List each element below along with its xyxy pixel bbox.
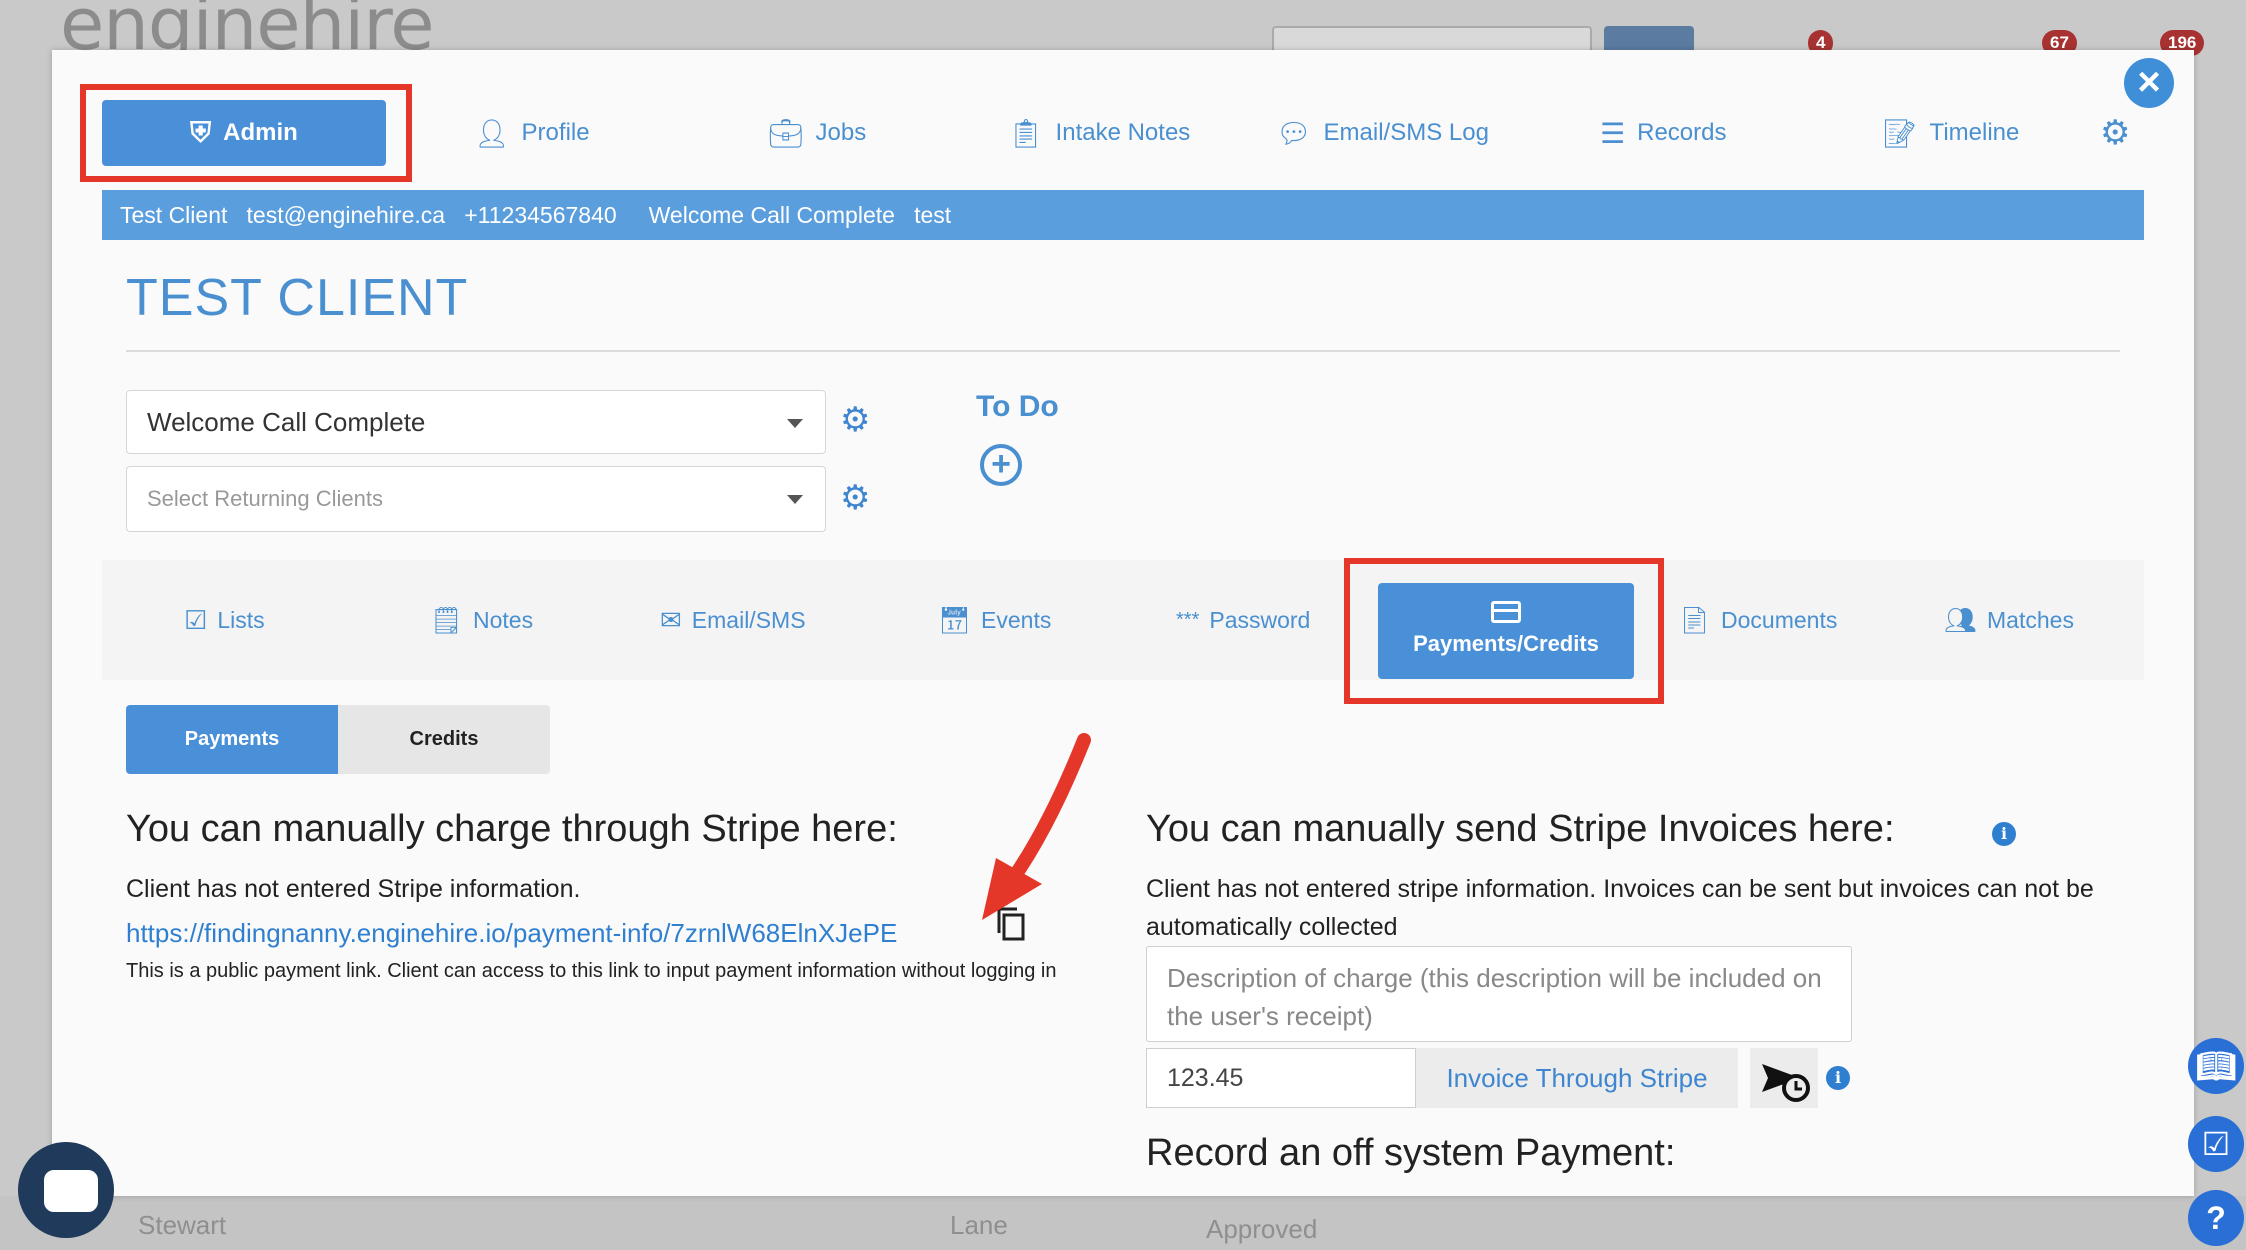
note-icon: 🗒︎ [430,604,464,635]
close-icon: × [2137,60,2161,104]
password-icon: *** [1176,608,1200,631]
document-icon: 📄︎ [1678,604,1712,635]
returning-clients-placeholder: Select Returning Clients [147,486,384,511]
list-icon: ☰ [1600,117,1626,149]
annotation-highlight [80,84,412,182]
send-clock-icon [1762,1064,1810,1102]
checklist-button[interactable]: ☑︎ [2188,1116,2244,1172]
tab-profile[interactable]: 👤︎ Profile [474,100,590,166]
annotation-arrow [982,733,1091,920]
admin-sub-nav: ☑︎ Lists 🗒︎ Notes ✉ Email/SMS 📅︎ Events … [102,560,2144,680]
client-phone: +11234567840 [464,202,617,228]
help-button[interactable]: ? [2188,1190,2244,1246]
subtab-label: Notes [473,606,534,633]
annotation-highlight [1344,558,1664,704]
checklist-icon: ☑︎ [2201,1126,2231,1162]
settings-button[interactable]: ⚙ [2100,100,2130,166]
tab-label: Records [1637,119,1727,146]
tab-records[interactable]: ☰ Records [1600,100,1726,166]
status-select-value: Welcome Call Complete [147,406,426,437]
subtab-matches[interactable]: 👥︎ Matches [1944,560,2074,680]
schedule-invoice-button[interactable] [1750,1048,1818,1108]
client-name: Test Client [120,202,228,228]
returning-clients-select[interactable]: Select Returning Clients [126,466,826,532]
checklist-icon: ☑︎ [184,604,208,635]
invoices-heading: You can manually send Stripe Invoices he… [1146,808,1895,850]
payments-toggle-button[interactable]: Payments [126,705,338,774]
user-plus-icon: 👥︎ [1944,604,1978,635]
chat-widget-button[interactable] [18,1142,114,1238]
gear-icon: ⚙ [2100,114,2131,152]
public-link-note: This is a public payment link. Client ca… [126,960,1057,982]
chevron-down-icon [787,495,803,504]
add-todo-button[interactable]: + [980,444,1022,486]
subtab-email-sms[interactable]: ✉ Email/SMS [660,560,806,680]
tab-label: Email/SMS Log [1323,119,1489,146]
help-icon: ? [2206,1200,2226,1236]
subtab-label: Events [981,606,1052,633]
divider [126,350,2120,352]
status-settings-button[interactable]: ⚙ [840,400,870,440]
subtab-events[interactable]: 📅︎ Events [938,560,1051,680]
clipboard-icon: 📋︎ [1008,117,1044,149]
page-title: TEST CLIENT [126,269,469,327]
background-table-row: Stewart Lane Approved [0,1196,2246,1250]
invoice-amount-input[interactable]: 123.45 [1146,1048,1416,1108]
subtab-label: Matches [1987,606,2074,633]
tab-label: Intake Notes [1055,119,1191,146]
user-icon: 👤︎ [474,117,510,149]
envelope-icon: ✉ [660,604,682,635]
tab-label: Jobs [815,119,867,146]
bg-cell: Approved [1206,1214,1318,1244]
tab-email-sms-log[interactable]: 💬︎ Email/SMS Log [1276,100,1489,166]
tab-intake-notes[interactable]: 📋︎ Intake Notes [1008,100,1190,166]
invoice-through-stripe-button[interactable]: Invoice Through Stripe [1416,1048,1738,1108]
subtab-password[interactable]: *** Password [1176,560,1310,680]
calendar-icon: 📅︎ [938,604,972,635]
subtab-label: Password [1209,606,1311,633]
gear-icon: ⚙ [840,401,871,439]
subtab-label: Email/SMS [691,606,806,633]
client-info-bar: Test Client test@enginehire.ca +11234567… [102,190,2144,240]
returning-settings-button[interactable]: ⚙ [840,478,870,518]
guide-button[interactable]: 📖︎ [2188,1038,2244,1094]
bg-cell: Lane [950,1210,1008,1240]
subtab-notes[interactable]: 🗒︎ Notes [430,560,533,680]
book-icon: 📖︎ [2195,1048,2237,1084]
bg-cell: Stewart [138,1210,227,1240]
credits-toggle-button[interactable]: Credits [338,705,550,774]
payment-info-link[interactable]: https://findingnanny.enginehire.io/payme… [126,918,897,949]
subtab-label: Lists [217,606,265,633]
tab-label: Timeline [1929,119,2020,146]
message-icon: 💬︎ [1276,117,1312,149]
plus-circle-icon: + [991,445,1011,483]
tab-label: Profile [521,119,590,146]
status-select[interactable]: Welcome Call Complete [126,390,826,454]
info-icon[interactable]: i [1992,822,2016,846]
subtab-documents[interactable]: 📄︎ Documents [1678,560,1837,680]
charge-description-input[interactable]: Description of charge (this description … [1146,946,1852,1042]
subtab-label: Documents [1721,606,1838,633]
briefcase-icon: 💼︎ [768,117,804,149]
invoices-status: Client has not entered stripe informatio… [1146,875,2094,941]
subtab-lists[interactable]: ☑︎ Lists [184,560,265,680]
chevron-down-icon [787,419,803,428]
timeline-icon: 📝︎ [1882,117,1918,149]
tab-jobs[interactable]: 💼︎ Jobs [768,100,866,166]
manual-charge-heading: You can manually charge through Stripe h… [126,808,898,850]
client-note: test [914,202,952,228]
manual-charge-status: Client has not entered Stripe informatio… [126,875,581,903]
info-icon[interactable]: i [1826,1066,1850,1090]
todo-title: To Do [976,390,1059,423]
client-email: test@enginehire.ca [246,202,446,228]
client-status: Welcome Call Complete [648,202,895,228]
tab-timeline[interactable]: 📝︎ Timeline [1882,100,2019,166]
gear-icon: ⚙ [840,479,871,517]
off-system-payment-heading: Record an off system Payment: [1146,1132,1676,1174]
